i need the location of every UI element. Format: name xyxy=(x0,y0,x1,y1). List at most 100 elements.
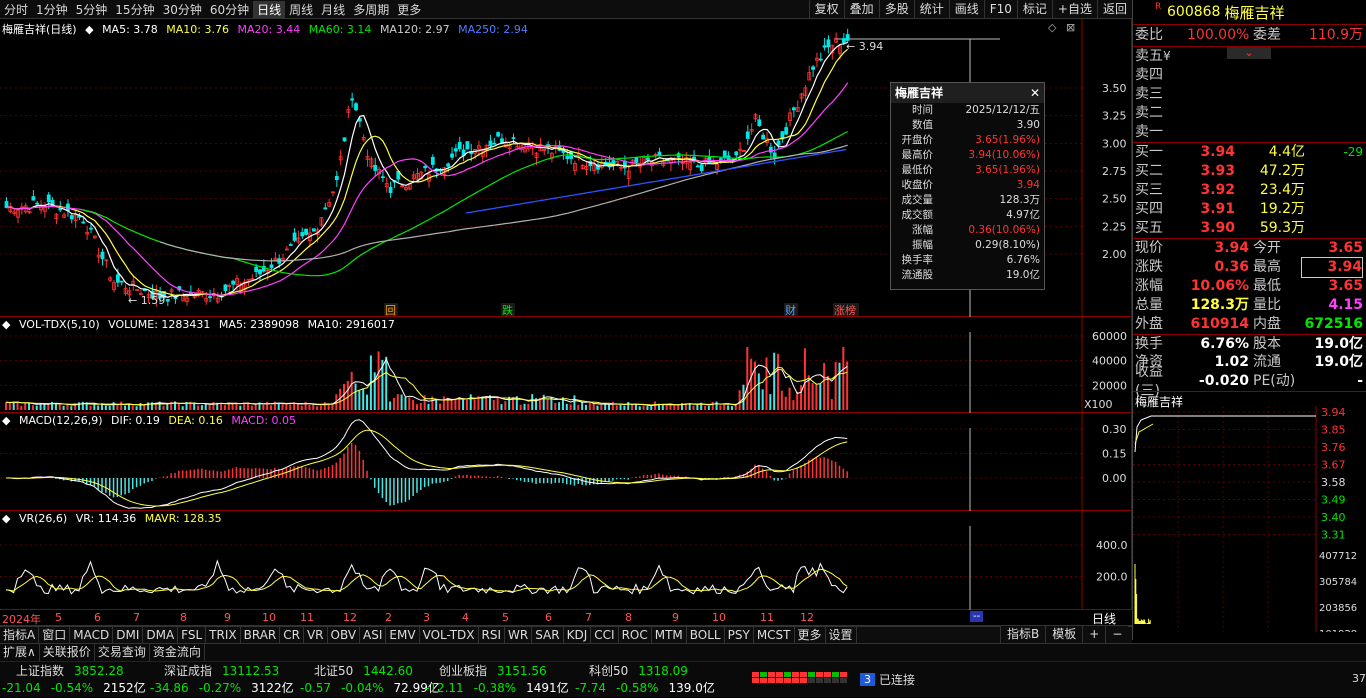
time-axis-label: 11 xyxy=(300,611,314,624)
candle-body xyxy=(288,244,293,246)
indicator-tab-4[interactable]: DMA xyxy=(143,627,179,643)
indicator-tab-3[interactable]: DMI xyxy=(113,627,144,643)
volume-bar xyxy=(780,390,783,410)
indicator-tab-23[interactable]: MCST xyxy=(754,627,795,643)
volume-bar xyxy=(204,403,207,410)
toolbar-button-3[interactable]: 统计 xyxy=(913,0,949,19)
buy-orders: 买一 3.94 4.4亿 -29 买二 3.93 47.2万 买三 3.92 23.4万 买四 3.9… xyxy=(1133,142,1366,238)
indicator-tab-8[interactable]: CR xyxy=(280,627,304,643)
toolbar-button-4[interactable]: 画线 xyxy=(948,0,984,19)
indicator-tab-7[interactable]: BRAR xyxy=(241,627,281,643)
tooltip-value: 3.94(10.06%) xyxy=(968,149,1040,161)
candle-body xyxy=(811,66,815,70)
indicator-right-tab-1[interactable]: 模板 xyxy=(1045,626,1082,643)
period-tab-4[interactable]: 30分钟 xyxy=(159,1,206,18)
index-ticker: 上证指数 3852.28 -21.04 -0.54% 2152亿 深证成指 13112.53… xyxy=(0,663,750,698)
vol-axis-label: 20000 xyxy=(1092,379,1127,392)
index-item[interactable]: 创业板指 3151.56 -12.11 -0.38% 1491亿 xyxy=(425,663,575,697)
mini-vol-label: 305784 xyxy=(1319,577,1357,588)
period-tab-9[interactable]: 多周期 xyxy=(349,1,393,18)
macd-chart-svg[interactable]: 0.30 0.15 0.00 xyxy=(0,413,1132,511)
mini-intraday-chart[interactable]: 梅雁吉祥 3.94 3.85 3.76 3.67 3.58 3.49 3.40 3.31 407… xyxy=(1133,391,1366,632)
index-row-1: 上证指数 3852.28 xyxy=(2,663,152,680)
candle-body xyxy=(465,141,470,150)
quote-label: PE(动) xyxy=(1253,373,1296,389)
indicator-tab-16[interactable]: SAR xyxy=(532,627,564,643)
volume-bar xyxy=(442,396,445,410)
period-tab-8[interactable]: 月线 xyxy=(317,1,349,18)
volume-bar xyxy=(823,363,826,410)
sell-label: 卖三 xyxy=(1135,86,1163,102)
vr-chart-svg[interactable]: 400.0 200.0 xyxy=(0,511,1132,610)
period-tab-0[interactable]: 分时 xyxy=(0,1,32,18)
period-tab-10[interactable]: 更多 xyxy=(393,1,425,18)
quote-details: 现价 3.94 今开 3.65 涨跌 0.36 最高 3.94 涨幅 10.06% 最低 3.65 总量… xyxy=(1133,238,1366,399)
toolbar-button-7[interactable]: +自选 xyxy=(1051,0,1097,19)
indicator-tab-6[interactable]: TRIX xyxy=(206,627,241,643)
period-tab-1[interactable]: 1分钟 xyxy=(32,1,72,18)
indicator-tab-17[interactable]: KDJ xyxy=(564,627,592,643)
indicator-tab-19[interactable]: ROC xyxy=(619,627,652,643)
indicator-tab-11[interactable]: ASI xyxy=(360,627,387,643)
toolbar-button-0[interactable]: 复权 xyxy=(808,0,844,19)
indicator-tab-15[interactable]: WR xyxy=(505,627,533,643)
period-tab-2[interactable]: 5分钟 xyxy=(72,1,112,18)
indicator-tab-14[interactable]: RSI xyxy=(479,627,506,643)
toolbar-button-8[interactable]: 返回 xyxy=(1096,0,1132,19)
tooltip-key: 成交量 xyxy=(901,194,934,206)
indicator-tab-2[interactable]: MACD xyxy=(70,627,114,643)
indicator-tab-9[interactable]: VR xyxy=(304,627,328,643)
volume-bar xyxy=(527,403,530,410)
index-item[interactable]: 深证成指 13112.53 -34.86 -0.27% 3122亿 xyxy=(150,663,300,697)
tooltip-key: 数值 xyxy=(912,119,933,131)
indicator-tab-5[interactable]: FSL xyxy=(178,627,207,643)
indicator-tab-12[interactable]: EMV xyxy=(386,627,420,643)
toolbar-button-6[interactable]: 标记 xyxy=(1016,0,1052,19)
status-tab-2[interactable]: 交易查询 xyxy=(95,644,150,661)
collapse-button[interactable]: ⌄ xyxy=(1227,47,1271,59)
status-bar: 扩展∧ 关联报价 交易查询 资金流向 上证指数 3852.28 -21.04 -0.54% 2… xyxy=(0,643,1366,697)
stock-name: 梅雁吉祥 xyxy=(1224,3,1285,22)
status-tab-0[interactable]: 扩展∧ xyxy=(0,644,40,661)
volume-bar xyxy=(761,389,764,410)
status-tab-1[interactable]: 关联报价 xyxy=(40,644,95,661)
tooltip-row: 成交额 4.97亿 xyxy=(891,208,1044,223)
indicator-tab-24[interactable]: 更多 xyxy=(795,627,826,643)
period-tab-7[interactable]: 周线 xyxy=(285,1,317,18)
close-icon[interactable]: ✕ xyxy=(1030,83,1040,103)
mini-vol-label: 101928 xyxy=(1319,629,1357,632)
indicator-tab-21[interactable]: BOLL xyxy=(687,627,725,643)
status-bar-cell xyxy=(816,672,823,677)
volume-chart-svg[interactable]: 60000 40000 20000 X100 xyxy=(0,317,1132,413)
tooltip-header: 梅雁吉祥 ✕ xyxy=(891,83,1044,103)
tooltip-row: 时间 2025/12/12/五 xyxy=(891,103,1044,118)
indicator-tab-13[interactable]: VOL-TDX xyxy=(420,627,479,643)
indicator-tab-20[interactable]: MTM xyxy=(652,627,687,643)
status-tab-3[interactable]: 资金流向 xyxy=(150,644,205,661)
indicator-right-tab-2[interactable]: + xyxy=(1082,626,1105,643)
period-tab-5[interactable]: 60分钟 xyxy=(206,1,253,18)
index-item[interactable]: 上证指数 3852.28 -21.04 -0.54% 2152亿 xyxy=(2,663,152,697)
mini-price-label: 3.76 xyxy=(1321,441,1346,454)
quote-value: 3.65 xyxy=(1328,278,1363,294)
mini-chart-svg[interactable]: 3.94 3.85 3.76 3.67 3.58 3.49 3.40 3.31 407712 30… xyxy=(1133,392,1366,632)
indicator-tab-0[interactable]: 指标A xyxy=(0,627,40,643)
toolbar-button-5[interactable]: F10 xyxy=(983,0,1017,19)
indicator-right-tab-0[interactable]: 指标B xyxy=(1000,626,1045,643)
connection-status[interactable]: 3 已连接 xyxy=(860,671,915,688)
status-bar-cell xyxy=(768,672,775,677)
period-tab-3[interactable]: 15分钟 xyxy=(111,1,158,18)
indicator-tab-22[interactable]: PSY xyxy=(725,627,754,643)
toolbar-button-1[interactable]: 叠加 xyxy=(843,0,879,19)
indicator-tab-25[interactable]: 设置 xyxy=(826,627,857,643)
indicator-tab-10[interactable]: OBV xyxy=(328,627,361,643)
index-item[interactable]: 科创50 1318.09 -7.74 -0.58% 139.0亿 xyxy=(575,663,725,697)
volume-bar xyxy=(319,405,322,410)
period-tab-6[interactable]: 日线 xyxy=(253,0,286,18)
indicator-tab-18[interactable]: CCI xyxy=(591,627,619,643)
toolbar-button-2[interactable]: 多股 xyxy=(878,0,914,19)
mini-price-label: 3.67 xyxy=(1321,459,1346,472)
indicator-right-tab-3[interactable]: − xyxy=(1105,626,1128,643)
tooltip-row: 最高价 3.94(10.06%) xyxy=(891,148,1044,163)
indicator-tab-1[interactable]: 窗口 xyxy=(39,627,71,643)
